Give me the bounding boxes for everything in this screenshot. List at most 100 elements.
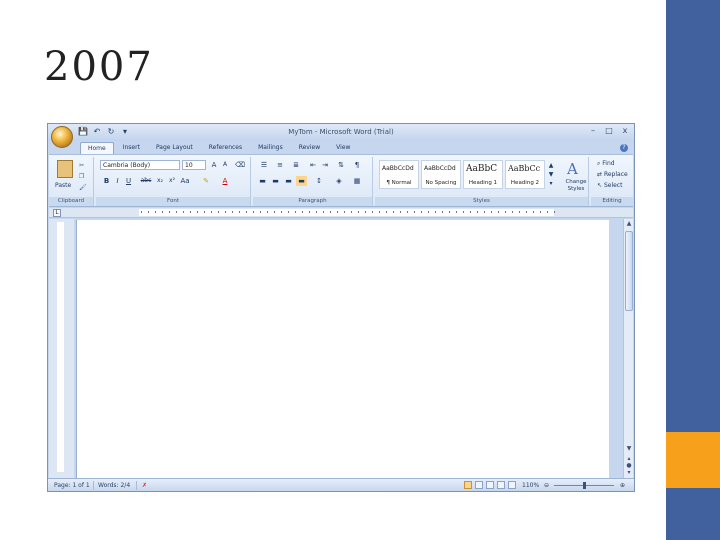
vertical-ruler[interactable] bbox=[49, 219, 74, 478]
paste-icon[interactable] bbox=[57, 160, 73, 178]
document-page[interactable] bbox=[76, 220, 609, 478]
bullets-icon[interactable]: ☰ bbox=[257, 160, 271, 170]
web-layout-view-button[interactable] bbox=[486, 481, 494, 489]
zoom-out-icon[interactable]: ⊖ bbox=[544, 482, 549, 489]
borders-icon[interactable]: ▦ bbox=[351, 176, 363, 186]
ruler-tick bbox=[498, 211, 499, 213]
style-heading-2[interactable]: AaBbCc Heading 2 bbox=[505, 160, 545, 189]
tab-selector[interactable]: L bbox=[53, 209, 61, 217]
style-no-spacing[interactable]: AaBbCcDd No Spacing bbox=[421, 160, 461, 189]
ruler-tick bbox=[421, 211, 422, 213]
copy-icon[interactable]: ❐ bbox=[79, 172, 87, 181]
font-color-icon[interactable]: A bbox=[220, 176, 230, 186]
clear-formatting-icon[interactable]: ⌫ bbox=[234, 160, 246, 170]
tab-review[interactable]: Review bbox=[292, 142, 327, 154]
help-icon[interactable]: ? bbox=[620, 144, 628, 152]
superscript-icon[interactable]: x² bbox=[167, 176, 177, 186]
tab-mailings[interactable]: Mailings bbox=[251, 142, 290, 154]
page-count[interactable]: Page: 1 of 1 bbox=[54, 482, 90, 489]
replace-button[interactable]: ⇄ Replace bbox=[597, 171, 628, 178]
tab-home[interactable]: Home bbox=[80, 142, 114, 154]
close-button[interactable]: x bbox=[620, 126, 630, 135]
shading-icon[interactable]: ◈ bbox=[333, 176, 345, 186]
cut-icon[interactable]: ✂ bbox=[79, 161, 87, 170]
save-icon[interactable]: 💾 bbox=[78, 127, 88, 137]
tab-page-layout[interactable]: Page Layout bbox=[149, 142, 200, 154]
proofing-icon[interactable]: ✗ bbox=[142, 482, 147, 489]
ruler-tick bbox=[547, 211, 548, 213]
numbering-icon[interactable]: ≡ bbox=[273, 160, 287, 170]
italic-icon[interactable]: I bbox=[113, 176, 122, 186]
word-window: MyTom - Microsoft Word (Trial) 💾 ↶ ↻ ▾ –… bbox=[47, 123, 635, 492]
tab-view[interactable]: View bbox=[329, 142, 357, 154]
draft-view-button[interactable] bbox=[508, 481, 516, 489]
select-button[interactable]: ↖ Select bbox=[597, 182, 622, 189]
tab-references[interactable]: References bbox=[202, 142, 249, 154]
ruler-tick bbox=[148, 211, 149, 213]
highlight-icon[interactable]: ✎ bbox=[201, 176, 211, 186]
shrink-font-icon[interactable]: A bbox=[220, 160, 230, 170]
bold-icon[interactable]: B bbox=[102, 176, 111, 186]
vertical-scrollbar[interactable]: ▲ ▼ ▴ ● ▾ bbox=[623, 219, 633, 478]
ruler-tick bbox=[274, 211, 275, 213]
style-heading-1[interactable]: AaBbC Heading 1 bbox=[463, 160, 503, 189]
office-button[interactable] bbox=[51, 126, 73, 148]
ruler-tick bbox=[323, 211, 324, 213]
underline-icon[interactable]: U bbox=[124, 176, 133, 186]
font-name-combo[interactable]: Cambria (Body) bbox=[100, 160, 180, 170]
line-spacing-icon[interactable]: ↕ bbox=[313, 176, 325, 186]
status-bar: Page: 1 of 1 Words: 2/4 ✗ 110% ⊖ ⊕ bbox=[48, 478, 634, 491]
increase-indent-icon[interactable]: ⇥ bbox=[320, 160, 330, 170]
redo-icon[interactable]: ↻ bbox=[106, 127, 116, 137]
scroll-down-icon[interactable]: ▼ bbox=[625, 445, 633, 453]
full-screen-reading-view-button[interactable] bbox=[475, 481, 483, 489]
multilevel-list-icon[interactable]: ≣ bbox=[289, 160, 303, 170]
justify-icon[interactable]: ▬ bbox=[296, 176, 307, 186]
style-sample: AaBbCcDd bbox=[382, 165, 414, 172]
ruler-tick bbox=[141, 211, 142, 213]
sort-icon[interactable]: ⇅ bbox=[336, 160, 346, 170]
ruler-tick bbox=[365, 211, 366, 213]
next-page-icon[interactable]: ▾ bbox=[625, 469, 633, 477]
customize-qat-icon[interactable]: ▾ bbox=[120, 127, 130, 137]
print-layout-view-button[interactable] bbox=[464, 481, 472, 489]
clipboard-small-buttons: ✂ ❐ 🖌 bbox=[79, 161, 87, 192]
scroll-thumb[interactable] bbox=[625, 231, 633, 311]
zoom-in-icon[interactable]: ⊕ bbox=[620, 482, 625, 489]
find-button[interactable]: ⌕ Find bbox=[597, 160, 615, 168]
style-name: No Spacing bbox=[425, 180, 457, 186]
font-size-combo[interactable]: 10 bbox=[182, 160, 206, 170]
paste-button[interactable]: Paste bbox=[55, 182, 71, 189]
strikethrough-icon[interactable]: abc bbox=[139, 176, 153, 186]
horizontal-ruler[interactable]: L bbox=[49, 208, 633, 218]
scroll-up-icon[interactable]: ▲ bbox=[625, 220, 633, 228]
ruler-tick bbox=[267, 211, 268, 213]
zoom-level[interactable]: 110% bbox=[522, 482, 539, 489]
maximize-button[interactable]: □ bbox=[604, 126, 614, 135]
style-normal[interactable]: AaBbCcDd ¶ Normal bbox=[379, 160, 419, 189]
ruler-tick bbox=[435, 211, 436, 213]
decrease-indent-icon[interactable]: ⇤ bbox=[308, 160, 318, 170]
clipboard-group: Paste ✂ ❐ 🖌 Clipboard bbox=[49, 157, 94, 206]
styles-more-icon[interactable]: ▾ bbox=[547, 179, 555, 189]
change-styles-icon[interactable]: A bbox=[567, 160, 578, 178]
format-painter-icon[interactable]: 🖌 bbox=[79, 183, 87, 192]
editing-label: Editing bbox=[591, 197, 633, 206]
tab-insert[interactable]: Insert bbox=[116, 142, 147, 154]
show-formatting-icon[interactable]: ¶ bbox=[352, 160, 362, 170]
subscript-icon[interactable]: x₂ bbox=[155, 176, 165, 186]
replace-icon: ⇄ bbox=[597, 171, 603, 178]
align-right-icon[interactable]: ▬ bbox=[283, 176, 294, 186]
align-center-icon[interactable]: ▬ bbox=[270, 176, 281, 186]
undo-icon[interactable]: ↶ bbox=[92, 127, 102, 137]
change-styles-button[interactable]: Change Styles bbox=[563, 179, 589, 193]
change-case-icon[interactable]: Aa bbox=[180, 176, 190, 186]
grow-font-icon[interactable]: A bbox=[209, 160, 219, 170]
word-count[interactable]: Words: 2/4 bbox=[98, 482, 130, 489]
zoom-slider-handle[interactable] bbox=[583, 482, 586, 489]
minimize-button[interactable]: – bbox=[588, 126, 598, 135]
ruler-tick bbox=[246, 211, 247, 213]
paragraph-label: Paragraph bbox=[253, 197, 372, 206]
outline-view-button[interactable] bbox=[497, 481, 505, 489]
align-left-icon[interactable]: ▬ bbox=[257, 176, 268, 186]
